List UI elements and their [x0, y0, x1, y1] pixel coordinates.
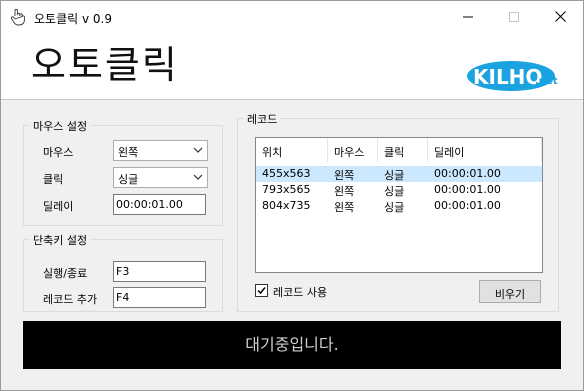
cell-delay: 00:00:01.00: [434, 199, 501, 212]
window-title: 오토클릭 v 0.9: [34, 12, 112, 26]
list-header: 위치 마우스 클릭 딜레이: [256, 138, 542, 162]
table-row[interactable]: 793x565 왼쪽 싱글 00:00:01.00: [256, 182, 542, 198]
hotkey-settings-label: 단축키 설정: [30, 232, 91, 248]
delay-label: 딜레이: [43, 200, 74, 213]
maximize-icon: [509, 11, 519, 22]
mouse-label: 마우스: [43, 146, 74, 159]
cell-position: 455x563: [262, 167, 311, 180]
add-record-label: 레코드 추가: [43, 293, 98, 306]
chevron-down-icon: [193, 174, 203, 180]
kilho-logo: KILHO .net: [467, 61, 558, 91]
click-label: 클릭: [43, 173, 64, 186]
logo-text: KILHO: [473, 65, 542, 89]
logo-suffix: .net: [535, 76, 558, 87]
cell-delay: 00:00:01.00: [434, 183, 501, 196]
mouse-select[interactable]: 왼쪽: [113, 140, 208, 161]
cell-click: 싱글: [384, 169, 405, 182]
close-button[interactable]: [537, 1, 583, 32]
add-record-hotkey-input[interactable]: F4: [113, 287, 206, 308]
column-header-click[interactable]: 클릭: [378, 138, 428, 162]
checkmark-icon: [257, 287, 266, 295]
cell-position: 793x565: [262, 183, 311, 196]
cell-delay: 00:00:01.00: [434, 167, 501, 180]
run-stop-label: 실행/종료: [43, 267, 88, 280]
minimize-button[interactable]: [445, 1, 491, 32]
table-row[interactable]: 804x735 왼쪽 싱글 00:00:01.00: [256, 198, 542, 214]
column-header-mouse[interactable]: 마우스: [328, 138, 378, 162]
chevron-down-icon: [193, 147, 203, 153]
cell-mouse: 왼쪽: [334, 201, 355, 214]
table-row[interactable]: 455x563 왼쪽 싱글 00:00:01.00: [256, 166, 542, 182]
click-select[interactable]: 싱글: [113, 167, 208, 188]
minimize-icon: [463, 16, 473, 17]
cell-click: 싱글: [384, 201, 405, 214]
clear-button[interactable]: 비우기: [479, 280, 541, 303]
delay-input[interactable]: 00:00:01.00: [113, 194, 206, 215]
app-window: 오토클릭 v 0.9 오토클릭 KILHO .net 마우스 설정 마우스 왼쪽…: [0, 0, 584, 391]
use-records-label: 레코드 사용: [273, 286, 328, 299]
hand-cursor-icon: [10, 8, 25, 26]
click-select-value: 싱글: [118, 173, 139, 186]
close-icon: [554, 11, 566, 22]
column-header-delay[interactable]: 딜레이: [428, 138, 542, 162]
cell-mouse: 왼쪽: [334, 185, 355, 198]
maximize-button[interactable]: [491, 1, 537, 32]
status-bar: 대기중입니다.: [23, 321, 561, 369]
cell-position: 804x735: [262, 199, 311, 212]
app-title: 오토클릭: [31, 43, 179, 87]
records-list[interactable]: 위치 마우스 클릭 딜레이 455x563 왼쪽 싱글 00:00:01.00 …: [255, 137, 543, 273]
column-header-position[interactable]: 위치: [256, 138, 328, 162]
mouse-settings-label: 마우스 설정: [30, 118, 91, 134]
header-banner: 오토클릭 KILHO .net: [1, 32, 583, 100]
cell-click: 싱글: [384, 185, 405, 198]
records-label: 레코드: [244, 111, 281, 127]
checkbox-box[interactable]: [255, 284, 268, 297]
cell-mouse: 왼쪽: [334, 169, 355, 182]
title-bar[interactable]: 오토클릭 v 0.9: [1, 1, 583, 32]
run-stop-hotkey-input[interactable]: F3: [113, 261, 206, 282]
mouse-select-value: 왼쪽: [118, 146, 139, 159]
